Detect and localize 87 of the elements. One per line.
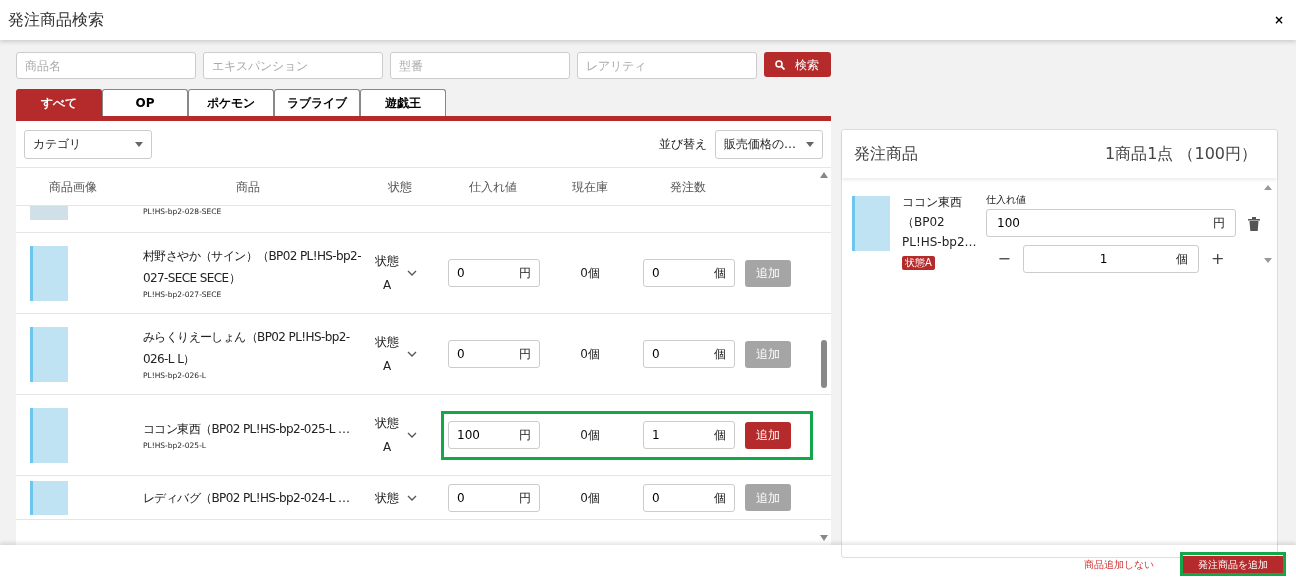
search-icon [775,59,786,70]
state-label: 状態 [375,489,399,507]
search-field[interactable]: エキスパンション [202,52,383,79]
state-value: A [382,358,392,375]
search-button[interactable]: 検索 [763,52,831,77]
panel-title: 発注商品 [854,143,918,165]
caret-icon [135,141,143,147]
product-name: ココン東西（BP02 PL!HS-bp2… [902,194,978,251]
chevron-icon [407,494,417,501]
unit-label: 円 [519,346,531,363]
card-image-placeholder [30,326,68,382]
state-label: 状態 [375,415,399,432]
price-field[interactable]: 0 円 [448,483,540,512]
category-dropdown[interactable]: カテゴリ [24,129,152,159]
order-summary: 1商品1点 （100円） [1105,143,1257,165]
sort-label: 並び替え [659,136,707,153]
state-value: A [382,439,392,456]
card-image-placeholder [852,196,890,251]
state-dropdown[interactable]: 状態 [365,485,435,510]
unit-label: 円 [1213,215,1225,232]
card-image-placeholder [30,245,68,301]
category-tab[interactable]: 遊戯王 [360,89,446,116]
chevron-icon [407,270,417,276]
product-name: レディバグ（BP02 PL!HS-bp2-024-L … [142,489,351,507]
chevron-icon [407,351,417,357]
chevron-icon [407,432,417,438]
submit-button[interactable]: 発注商品を追加 [1183,556,1283,573]
unit-label: 円 [519,265,531,282]
category-tab[interactable]: ポケモン [188,89,274,116]
quantity-field[interactable]: 0 個 [643,259,735,287]
stock-count: 0個 [579,427,601,444]
unit-label: 個 [714,346,726,363]
state-dropdown[interactable]: 状態 A [365,330,435,378]
search-field[interactable]: 商品名 [16,52,196,79]
quantity-field[interactable]: 0 個 [643,483,735,512]
dialog-title: 発注商品検索 [8,9,104,31]
state-value: A [382,277,392,294]
quantity-field[interactable]: 1 個 [643,421,735,449]
unit-label: 個 [714,265,726,282]
quantity-field[interactable]: 1 個 [1022,245,1200,273]
column-header: 商品画像 [48,178,98,196]
column-header: 発注数 [668,178,707,196]
column-header: 状態 [387,178,413,196]
close-button[interactable]: × [1269,11,1288,29]
plus-button[interactable]: + [1199,247,1236,271]
state-dropdown[interactable]: 状態 A [365,411,435,459]
category-tab[interactable]: すべて [16,89,102,116]
unit-label: 円 [519,427,531,444]
state-badge: 状態A [902,256,935,270]
search-field[interactable]: 型番 [389,52,570,79]
cancel-link[interactable]: 商品追加しない [1078,555,1160,573]
scroll-up-icon[interactable] [820,172,828,178]
card-image-placeholder [30,480,68,515]
column-header: 仕入れ値 [467,178,518,196]
scrollbar[interactable] [1263,184,1275,264]
trash-icon[interactable] [1248,217,1260,231]
price-field[interactable]: 0 円 [448,340,540,368]
category-tab[interactable]: OP [102,89,188,116]
state-label: 状態 [375,334,399,351]
unit-label: 個 [714,489,726,507]
state-dropdown[interactable]: 状態 A [365,249,435,297]
card-image-placeholder [30,407,68,463]
price-field[interactable]: 0 円 [448,259,540,287]
stock-count: 0個 [579,346,601,363]
scroll-down-icon[interactable] [820,535,828,541]
column-header: 現在庫 [571,178,609,196]
search-field[interactable]: レアリティ [576,52,757,79]
caret-icon [806,141,814,147]
quantity-field[interactable]: 0 個 [643,340,735,368]
price-field[interactable]: 100 円 [448,421,540,449]
category-tab[interactable]: ラブライブ [274,89,360,116]
minus-button[interactable]: − [986,247,1023,271]
state-label: 状態 [375,253,399,270]
price-field[interactable]: 100 円 [986,209,1236,237]
price-label: 仕入れ値 [986,193,1027,207]
stock-count: 0個 [579,489,601,507]
add-button[interactable]: 追加 [745,421,791,449]
unit-label: 個 [714,427,726,444]
column-header: 商品 [234,178,261,196]
product-name: みらくりえーしょん（BP02 PL!HS-bp2-026-L L） [142,329,351,369]
sort-dropdown[interactable]: 販売価格の… [715,129,823,159]
unit-label: 個 [1176,251,1189,268]
unit-label: 円 [519,489,531,507]
stock-count: 0個 [579,265,601,282]
product-name: ココン東西（BP02 PL!HS-bp2-025-L … [142,421,351,439]
card-image-placeholder [30,206,68,220]
product-name: 村野さやか（サイン）（BP02 PL!HS-bp2-027-SECE SECE） [142,248,362,288]
